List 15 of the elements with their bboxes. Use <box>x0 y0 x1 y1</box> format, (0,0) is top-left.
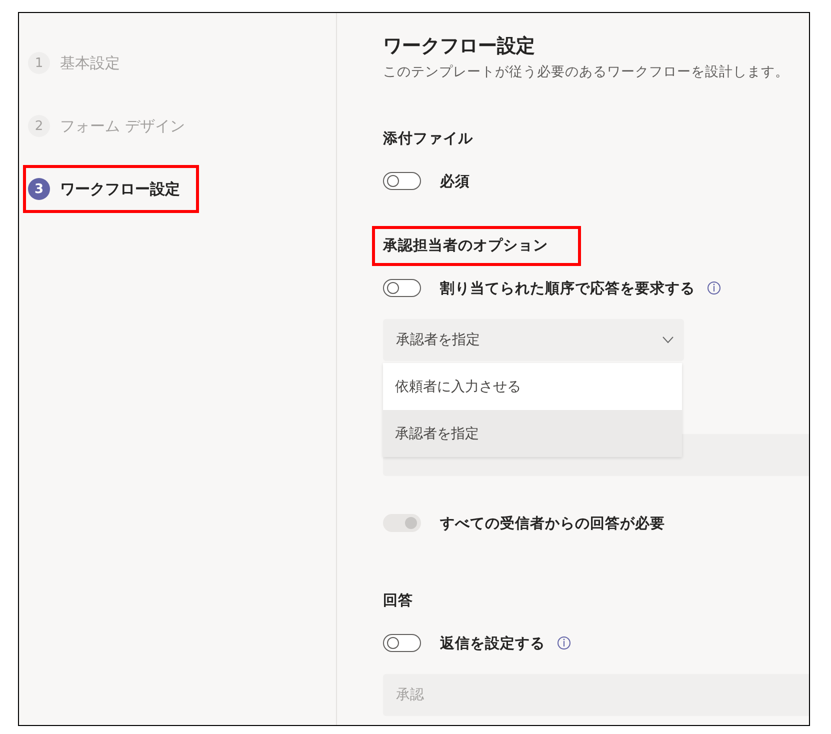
step-label: フォーム デザイン <box>60 116 185 136</box>
step-number: 1 <box>28 52 50 74</box>
section-heading: 承認担当者のオプション <box>372 226 581 266</box>
step-label: 基本設定 <box>60 54 120 72</box>
toggle-label: 必須 <box>440 172 470 190</box>
toggle-label: すべての受信者からの回答が必要 <box>440 514 665 532</box>
toggle-label: 返信を設定する <box>440 634 545 652</box>
page-title: ワークフロー設定 <box>383 34 536 59</box>
section-heading: 添付ファイル <box>382 130 474 149</box>
section-heading: 回答 <box>382 592 414 611</box>
step-number: 3 <box>28 178 50 200</box>
toggle-label: 割り当てられた順序で応答を要求する <box>440 279 695 298</box>
step-number: 2 <box>28 115 50 137</box>
step-label: ワークフロー設定 <box>60 180 180 198</box>
page-subtitle: このテンプレートが従う必要のあるワークフローを設計します。 <box>383 63 790 82</box>
